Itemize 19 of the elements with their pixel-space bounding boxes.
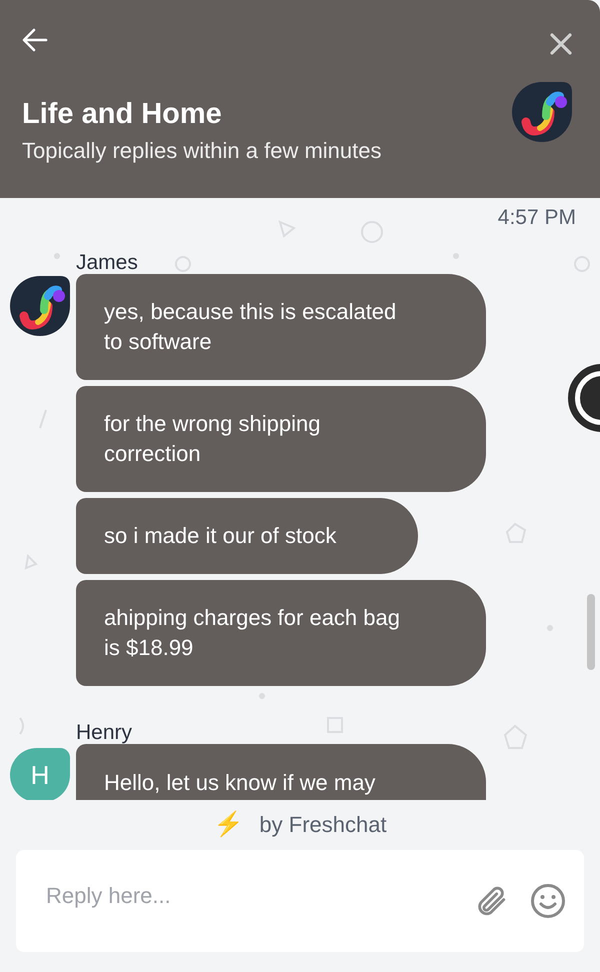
- message-bubble: for the wrong shipping correction: [76, 386, 486, 492]
- header-subtitle: Topically replies within a few minutes: [22, 137, 382, 165]
- back-button[interactable]: [22, 27, 48, 53]
- reply-field[interactable]: Reply here...: [46, 878, 474, 912]
- emoji-icon[interactable]: [530, 883, 566, 919]
- logo-icon: [10, 276, 70, 336]
- message-bubble: yes, because this is escalated to software: [76, 274, 486, 380]
- lightning-icon: ⚡: [213, 812, 244, 838]
- logo-icon: [512, 82, 572, 142]
- message-bubble: Hello, let us know if we may: [76, 744, 486, 800]
- sender-name: James: [76, 250, 139, 276]
- branding-text: by Freshchat: [259, 812, 387, 838]
- sender-name: Henry: [76, 720, 134, 746]
- header-title: Life and Home: [22, 97, 223, 132]
- timestamp: 4:57 PM: [498, 206, 576, 230]
- avatar: H: [10, 748, 70, 800]
- close-button[interactable]: [549, 32, 573, 56]
- message-bubble: ahipping charges for each bag is $18.99: [76, 580, 486, 686]
- message-bubble: so i made it our of stock: [76, 498, 418, 574]
